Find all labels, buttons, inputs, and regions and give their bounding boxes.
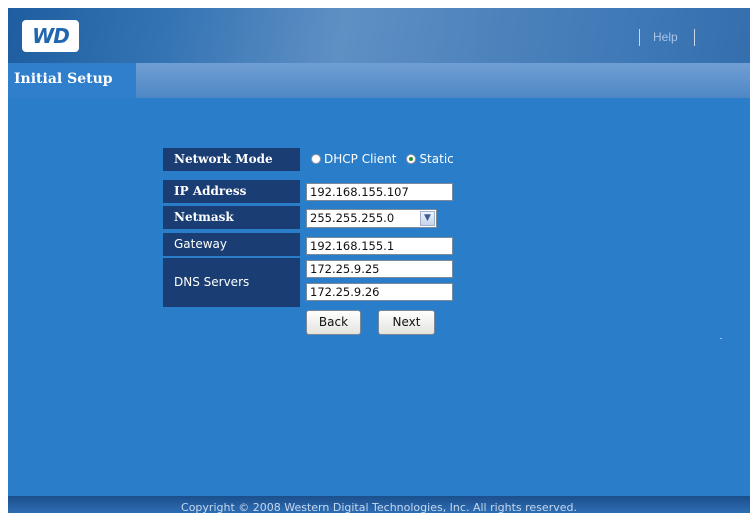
separator [694, 29, 695, 46]
wd-logo: WD [22, 20, 79, 52]
netmask-value: 255.255.255.0 [310, 211, 395, 225]
dns2-input[interactable]: 172.25.9.26 [306, 283, 453, 301]
network-mode-options: DHCP Client Static [311, 151, 454, 167]
decorative-dot [720, 338, 722, 339]
logo-text: WD [32, 24, 70, 48]
network-mode-label: Network Mode [163, 148, 300, 171]
footer-copyright: Copyright © 2008 Western Digital Technol… [8, 496, 750, 513]
netmask-label: Netmask [163, 206, 300, 229]
dhcp-option-label[interactable]: DHCP Client [324, 152, 396, 166]
next-button[interactable]: Next [378, 310, 435, 335]
netmask-select[interactable]: 255.255.255.0 ▼ [306, 209, 437, 228]
tab-initial-setup[interactable]: Initial Setup [8, 63, 136, 98]
gateway-input[interactable]: 192.168.155.1 [306, 237, 453, 255]
static-radio[interactable] [406, 154, 417, 164]
gateway-label: Gateway [163, 233, 300, 256]
header-bar: WD Help [8, 8, 750, 63]
dhcp-radio[interactable] [311, 154, 321, 164]
dns-servers-label: DNS Servers [163, 258, 300, 307]
app-frame: WD Help Initial Setup Network Mode DHCP … [8, 8, 750, 513]
chevron-down-icon[interactable]: ▼ [420, 211, 435, 226]
help-link[interactable]: Help [653, 30, 678, 44]
setup-form: Network Mode DHCP Client Static IP Addre… [8, 98, 750, 496]
dns1-input[interactable]: 172.25.9.25 [306, 260, 453, 278]
ip-address-label: IP Address [163, 180, 300, 203]
static-option-label[interactable]: Static [419, 152, 453, 166]
back-button[interactable]: Back [306, 310, 361, 335]
separator [639, 29, 640, 46]
ip-address-input[interactable]: 192.168.155.107 [306, 183, 453, 201]
